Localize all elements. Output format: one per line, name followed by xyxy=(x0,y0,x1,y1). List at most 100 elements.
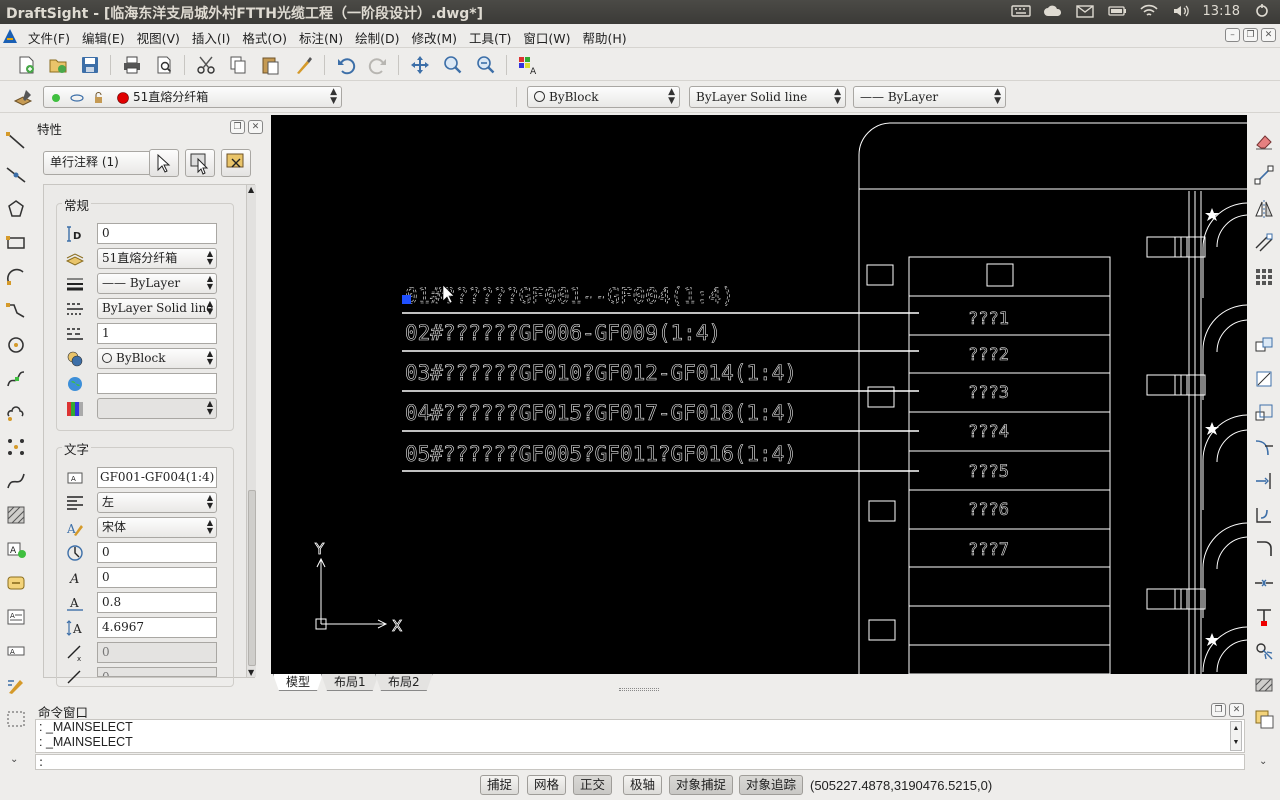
wifi-icon[interactable] xyxy=(1139,3,1159,19)
save-icon[interactable] xyxy=(79,54,101,76)
edit-hatch-icon[interactable] xyxy=(1253,674,1275,696)
cloud-icon[interactable] xyxy=(1043,3,1063,19)
grid-toggle[interactable]: 网格 xyxy=(527,775,567,795)
menu-tools[interactable]: 工具(T) xyxy=(463,28,517,47)
offset-icon[interactable] xyxy=(1253,232,1275,254)
scroll-up-icon[interactable]: ▲ xyxy=(248,185,254,194)
battery-icon[interactable] xyxy=(1107,3,1127,19)
wipeout-tool-icon[interactable] xyxy=(5,708,27,730)
lineweight-field[interactable]: —— ByLayer ▲ ▼ xyxy=(97,273,217,294)
polar-toggle[interactable]: 极轴 xyxy=(623,775,663,795)
region-tool-icon[interactable] xyxy=(5,572,27,594)
rotation-field[interactable]: 0 xyxy=(97,542,217,563)
table-row-label[interactable]: ???7 xyxy=(968,540,1010,561)
zoom-previous-icon[interactable] xyxy=(475,54,497,76)
volume-icon[interactable] xyxy=(1171,3,1191,19)
curve-tool-icon[interactable] xyxy=(5,470,27,492)
mirror-icon[interactable] xyxy=(1253,198,1275,220)
undo-icon[interactable] xyxy=(335,54,357,76)
oblique-field[interactable]: 0 xyxy=(97,567,217,588)
multiline-text-icon[interactable]: A xyxy=(5,606,27,628)
menu-edit[interactable]: 编辑(E) xyxy=(76,28,131,47)
layer-field[interactable]: 51直熔分纤箱 ▲ ▼ xyxy=(97,248,217,269)
command-close-button[interactable]: ✕ xyxy=(1229,703,1244,717)
rotate-icon[interactable] xyxy=(1253,368,1275,390)
justify-field[interactable]: 左 ▲ ▼ xyxy=(97,492,217,513)
menu-dimension[interactable]: 标注(N) xyxy=(293,28,349,47)
new-file-icon[interactable] xyxy=(15,54,37,76)
toolbar-overflow-icon[interactable]: ⌄ xyxy=(1259,756,1267,767)
explode-icon[interactable] xyxy=(1253,640,1275,662)
menu-window[interactable]: 窗口(W) xyxy=(517,28,576,47)
menu-modify[interactable]: 修改(M) xyxy=(405,28,463,47)
print-preview-icon[interactable] xyxy=(153,54,175,76)
extend-icon[interactable] xyxy=(1253,470,1275,492)
text-height-field[interactable]: 4.6967 xyxy=(97,617,217,638)
stretch-icon[interactable] xyxy=(1253,504,1275,526)
copy-entity-icon[interactable] xyxy=(1253,164,1275,186)
menu-format[interactable]: 格式(O) xyxy=(236,28,293,47)
edit-block-icon[interactable] xyxy=(1253,708,1275,730)
polygon-tool-icon[interactable] xyxy=(5,198,27,220)
drawing-canvas[interactable]: Y X 01#??????GF001--GF004(1:4) 02#??????… xyxy=(271,115,1247,674)
table-row-label[interactable]: ???6 xyxy=(968,500,1010,521)
move-icon[interactable] xyxy=(1253,334,1275,356)
copy-icon[interactable] xyxy=(227,54,249,76)
table-row-label[interactable]: ???4 xyxy=(968,422,1010,443)
keyboard-icon[interactable] xyxy=(1010,3,1031,19)
cut-icon[interactable] xyxy=(195,54,217,76)
snap-toggle[interactable]: 捕捉 xyxy=(480,775,520,795)
menu-file[interactable]: 文件(F) xyxy=(22,28,76,47)
linetype-scale-field[interactable]: 1 xyxy=(97,323,217,344)
linetype-combo[interactable]: ByLayer Solid line ▲ ▼ xyxy=(689,86,846,108)
infinite-line-icon[interactable] xyxy=(5,164,27,186)
scale-icon[interactable] xyxy=(1253,402,1275,424)
layer-state-icon[interactable] xyxy=(12,86,34,108)
power-gear-icon[interactable] xyxy=(1252,3,1272,19)
fillet-icon[interactable] xyxy=(1253,538,1275,560)
menu-draw[interactable]: 绘制(D) xyxy=(349,28,405,47)
clock[interactable]: 13:18 xyxy=(1203,4,1240,19)
id-field[interactable]: 0 xyxy=(97,223,217,244)
break-icon[interactable] xyxy=(1253,572,1275,594)
hyperlink-field[interactable] xyxy=(97,373,217,394)
spline-tool-icon[interactable] xyxy=(5,368,27,390)
pattern-array-icon[interactable] xyxy=(1253,266,1275,288)
color-field[interactable]: ByBlock ▲ ▼ xyxy=(97,348,217,369)
menu-view[interactable]: 视图(V) xyxy=(131,28,186,47)
menu-help[interactable]: 帮助(H) xyxy=(577,28,633,47)
properties-scrollbar[interactable]: ▲ ▼ xyxy=(246,185,256,677)
select-objects-button[interactable] xyxy=(149,149,179,177)
point-tool-icon[interactable] xyxy=(5,436,27,458)
erase-icon[interactable] xyxy=(1253,130,1275,152)
command-float-button[interactable]: ❐ xyxy=(1211,703,1226,717)
etrack-toggle[interactable]: 对象追踪 xyxy=(739,775,804,795)
paste-icon[interactable] xyxy=(259,54,281,76)
zoom-icon[interactable] xyxy=(442,54,464,76)
pan-icon[interactable] xyxy=(409,54,431,76)
doc-close-button[interactable]: ✕ xyxy=(1261,28,1276,42)
selection-grip[interactable] xyxy=(402,295,411,304)
annotation-line-2[interactable]: 02#??????GF006-GF009(1:4) xyxy=(405,321,722,346)
single-line-text-icon[interactable]: A xyxy=(5,640,27,662)
open-file-icon[interactable] xyxy=(47,54,69,76)
hatch-tool-icon[interactable] xyxy=(5,504,27,526)
layer-combo[interactable]: 51直熔分纤箱 ▲ ▼ xyxy=(43,86,342,108)
circle-tool-icon[interactable] xyxy=(5,334,27,356)
insert-block-icon[interactable]: A xyxy=(5,538,27,560)
menu-insert[interactable]: 插入(I) xyxy=(186,28,236,47)
print-icon[interactable] xyxy=(121,54,143,76)
text-contents-field[interactable]: GF001-GF004(1:4) xyxy=(97,467,217,488)
splitter-handle[interactable] xyxy=(619,688,659,691)
width-factor-field[interactable]: 0.8 xyxy=(97,592,217,613)
line-tool-icon[interactable] xyxy=(5,130,27,152)
linetype-field[interactable]: ByLayer Solid line ▲ ▼ xyxy=(97,298,217,319)
lineweight-combo[interactable]: —— ByLayer ▲ ▼ xyxy=(853,86,1006,108)
panel-float-button[interactable]: ❐ xyxy=(230,120,245,134)
position-x-field[interactable]: 0 xyxy=(97,642,217,663)
position-y-field[interactable]: 0 xyxy=(97,667,217,677)
lengthen-icon[interactable] xyxy=(1253,606,1275,628)
annotation-line-4[interactable]: 04#??????GF015?GF017-GF018(1:4) xyxy=(405,401,798,426)
annotation-line-3[interactable]: 03#??????GF010?GF012-GF014(1:4) xyxy=(405,361,798,386)
rectangle-tool-icon[interactable] xyxy=(5,232,27,254)
